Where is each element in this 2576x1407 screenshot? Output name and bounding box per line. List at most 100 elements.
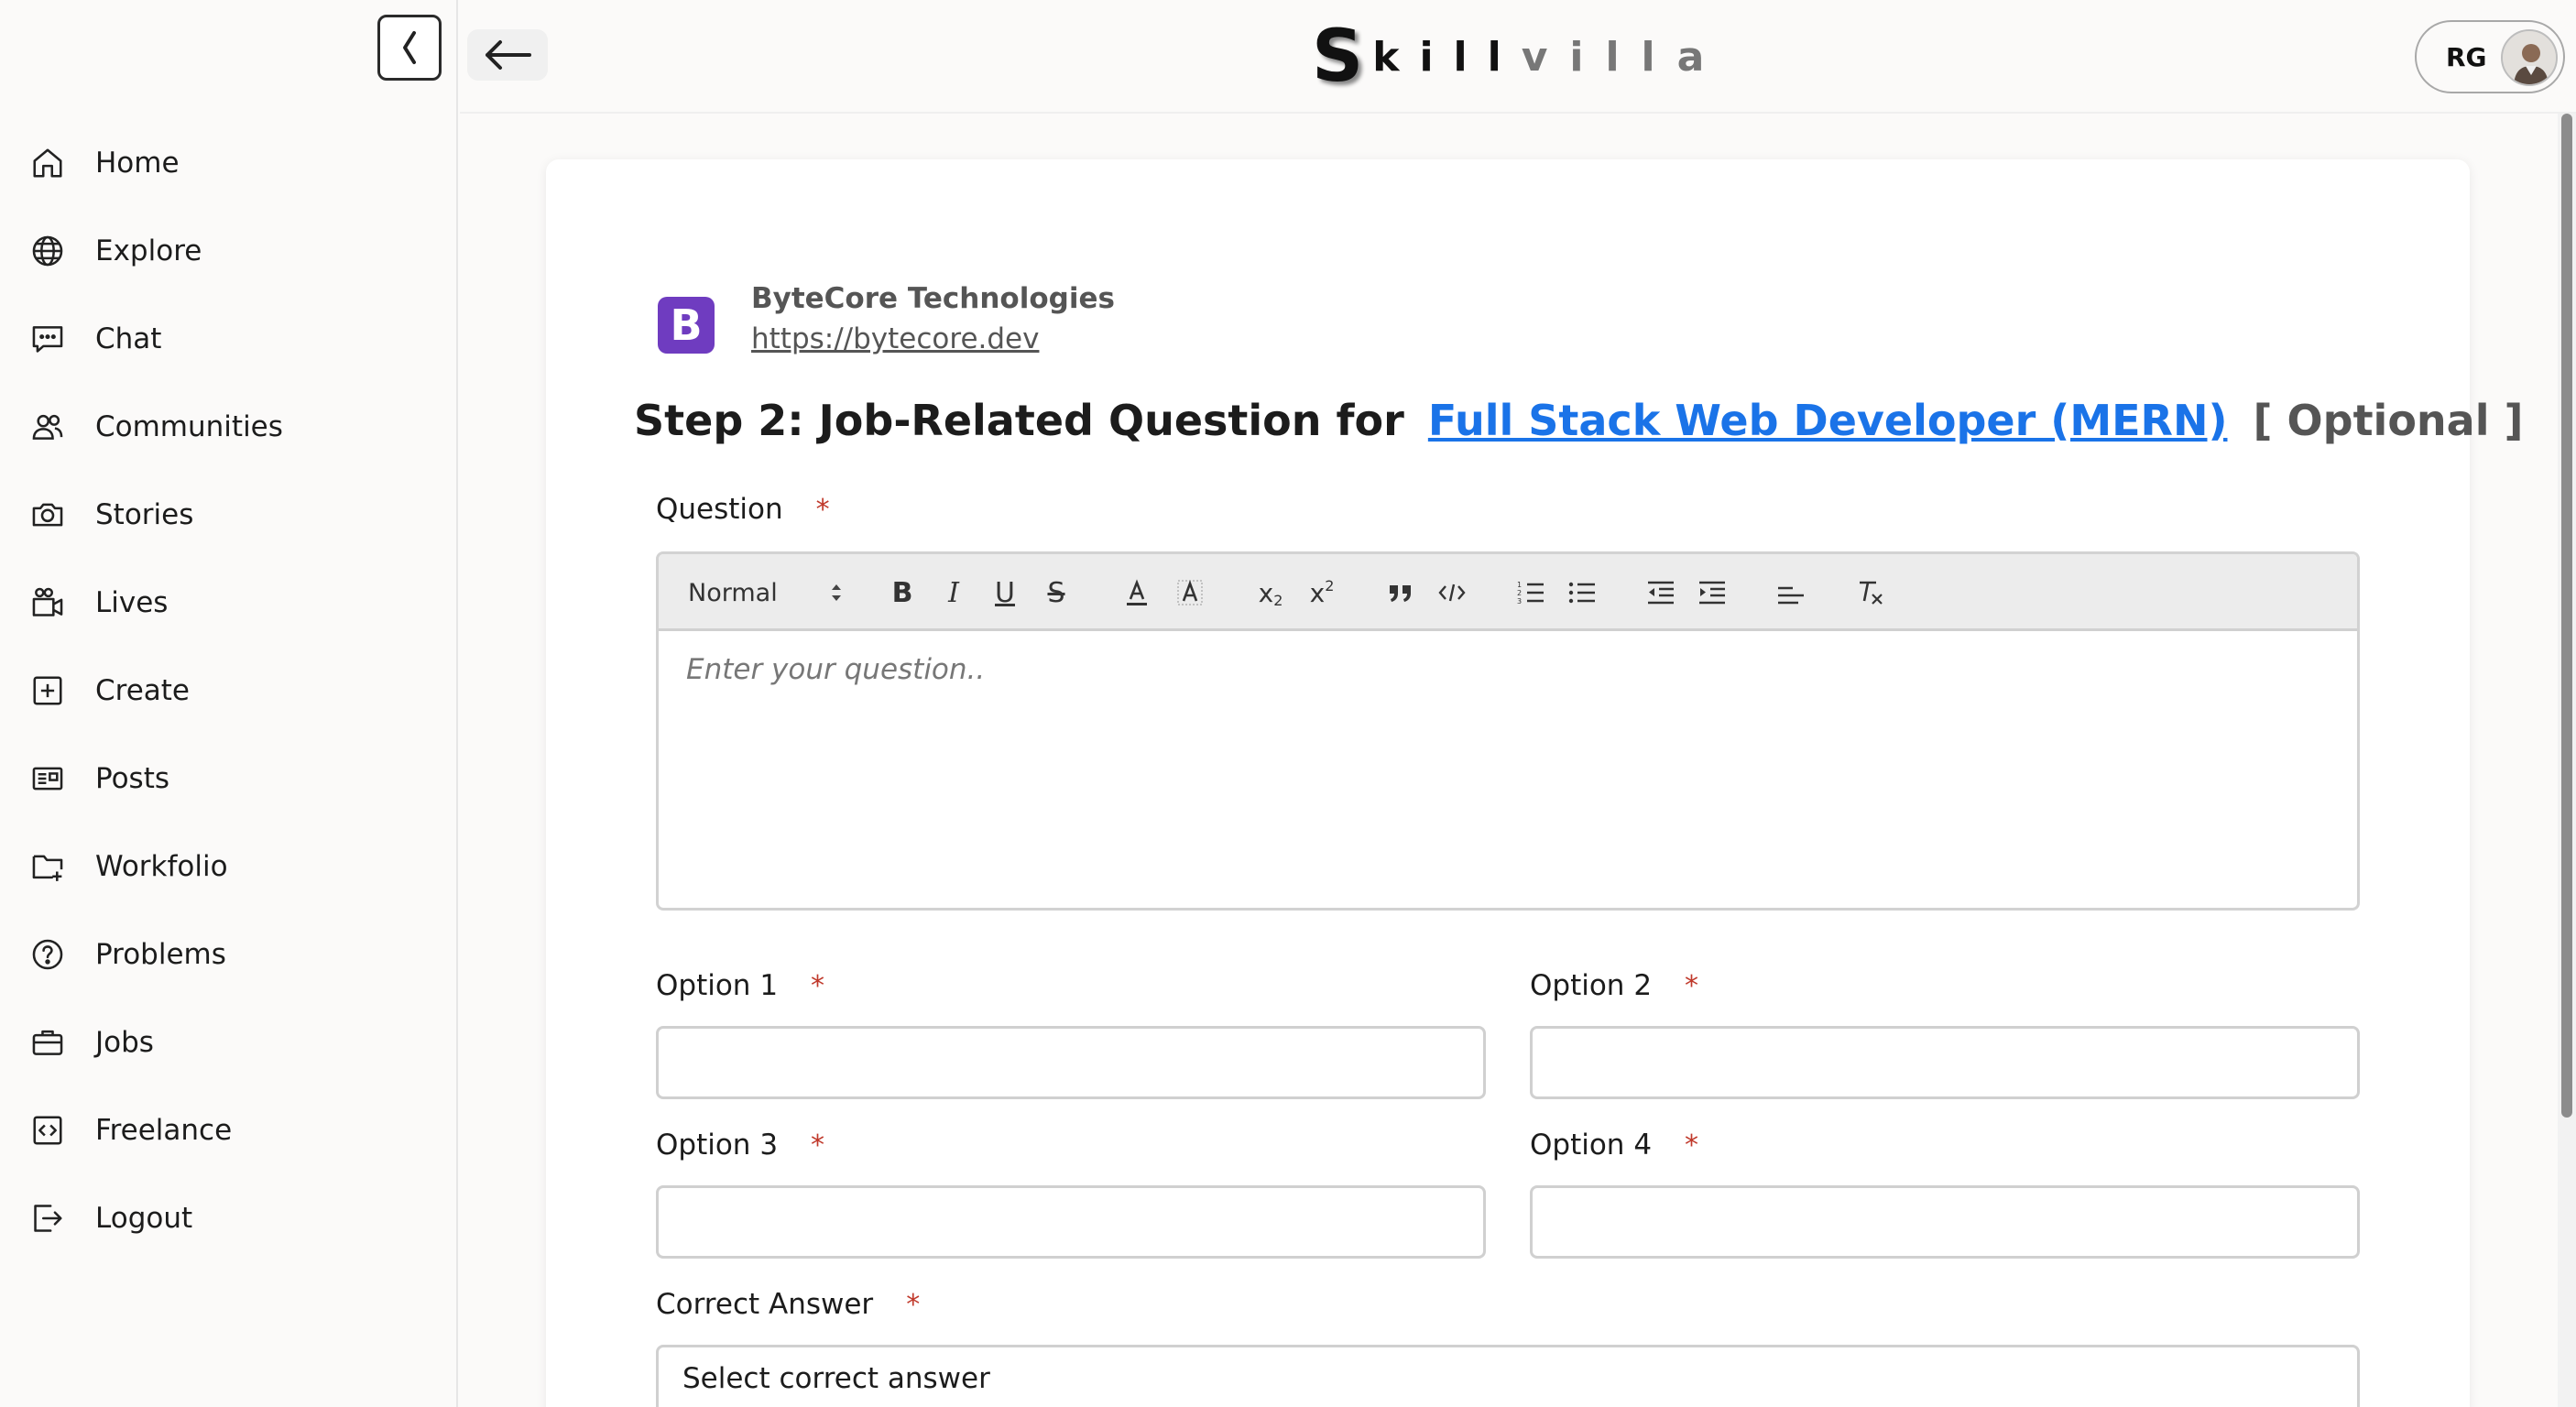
logout-icon <box>29 1200 66 1237</box>
bullet-list-icon[interactable] <box>1564 554 1600 631</box>
chevron-left-icon <box>403 31 416 64</box>
required-asterisk: * <box>811 1129 825 1162</box>
sidebar-item-label: Freelance <box>95 1114 233 1147</box>
sidebar-item-workfolio[interactable]: Workfolio <box>0 823 458 911</box>
sidebar-nav: Home Explore Chat Communities Stories Li… <box>0 119 458 1262</box>
skillvilla-logo[interactable]: S kill villa <box>1312 16 1726 98</box>
sidebar-item-label: Logout <box>95 1202 193 1235</box>
company-text: ByteCore Technologies https://bytecore.d… <box>751 278 1115 359</box>
correct-answer-select-value: Select correct answer <box>682 1362 990 1395</box>
sidebar-item-freelance[interactable]: Freelance <box>0 1086 458 1174</box>
question-form-card: B ByteCore Technologies https://bytecore… <box>546 159 2524 1407</box>
option2-input[interactable] <box>1530 1026 2360 1099</box>
collapse-sidebar-button[interactable] <box>377 15 442 81</box>
sidebar-item-label: Lives <box>95 586 169 619</box>
format-select-value: Normal <box>688 578 778 607</box>
required-asterisk: * <box>1685 970 1699 1002</box>
format-select[interactable]: Normal <box>688 554 844 631</box>
company-name: ByteCore Technologies <box>751 282 1115 315</box>
option3-label-row: Option 3 * <box>656 1129 824 1162</box>
option2-label-row: Option 2 * <box>1530 969 1698 1002</box>
user-photo-icon <box>2503 31 2556 84</box>
sidebar-item-posts[interactable]: Posts <box>0 735 458 823</box>
page-scrollbar[interactable] <box>2558 114 2576 1407</box>
outdent-icon[interactable] <box>1643 554 1679 631</box>
help-circle-icon <box>29 936 66 973</box>
company-url-link[interactable]: https://bytecore.dev <box>751 319 1115 359</box>
page-title: Step 2: Job-Related Question for Full St… <box>634 396 2524 445</box>
video-icon <box>29 584 66 621</box>
background-color-icon[interactable] <box>1172 554 1208 631</box>
sidebar-item-label: Workfolio <box>95 850 228 883</box>
sidebar-item-label: Problems <box>95 938 226 971</box>
sidebar-item-home[interactable]: Home <box>0 119 458 207</box>
italic-icon[interactable]: I <box>935 554 972 631</box>
required-asterisk: * <box>906 1289 921 1321</box>
chat-icon <box>29 321 66 357</box>
sidebar-item-label: Communities <box>95 410 283 443</box>
question-rich-text-editor: Normal B I U S x2 x2 1 2 3 Enter your qu… <box>656 551 2360 911</box>
subscript-icon[interactable]: x2 <box>1252 554 1289 631</box>
step-title-prefix: Step 2: Job-Related Question for <box>634 396 1404 445</box>
option3-label: Option 3 <box>656 1129 779 1162</box>
logo-letter-s: S <box>1312 16 1364 98</box>
text-color-icon[interactable] <box>1119 554 1155 631</box>
blockquote-icon[interactable] <box>1382 554 1419 631</box>
users-icon <box>29 409 66 445</box>
sidebar-item-communities[interactable]: Communities <box>0 383 458 471</box>
logo-text-kill: kill <box>1372 33 1522 81</box>
svg-text:2: 2 <box>1517 589 1522 597</box>
align-left-icon[interactable] <box>1773 554 1809 631</box>
ordered-list-icon[interactable]: 123 <box>1512 554 1549 631</box>
option3-input[interactable] <box>656 1185 1486 1259</box>
updown-caret-icon <box>832 584 841 601</box>
option4-label-row: Option 4 * <box>1530 1129 1698 1162</box>
option1-input[interactable] <box>656 1026 1486 1099</box>
required-asterisk: * <box>1685 1129 1699 1162</box>
code-icon <box>29 1112 66 1149</box>
correct-answer-select[interactable]: Select correct answer <box>656 1345 2360 1407</box>
editor-toolbar: Normal B I U S x2 x2 1 2 3 <box>659 554 2357 631</box>
svg-text:3: 3 <box>1517 597 1522 605</box>
sidebar-item-jobs[interactable]: Jobs <box>0 998 458 1086</box>
clear-formatting-icon[interactable] <box>1851 554 1888 631</box>
folder-plus-icon <box>29 848 66 885</box>
question-editor-input[interactable]: Enter your question.. <box>659 631 2357 708</box>
sidebar-item-logout[interactable]: Logout <box>0 1174 458 1262</box>
option1-label: Option 1 <box>656 969 779 1002</box>
top-bar: S kill villa RG <box>460 0 2576 114</box>
profile-initials: RG <box>2446 41 2487 72</box>
company-logo: B <box>658 297 715 354</box>
optional-tag: [ Optional ] <box>2253 396 2524 445</box>
sidebar: Home Explore Chat Communities Stories Li… <box>0 0 458 1407</box>
bold-icon[interactable]: B <box>884 554 921 631</box>
arrow-left-icon <box>486 40 531 70</box>
option2-label: Option 2 <box>1530 969 1653 1002</box>
code-block-icon[interactable] <box>1434 554 1470 631</box>
option4-input[interactable] <box>1530 1185 2360 1259</box>
back-button[interactable] <box>467 29 548 81</box>
scrollbar-thumb[interactable] <box>2561 114 2572 1118</box>
job-title-link[interactable]: Full Stack Web Developer (MERN) <box>1428 396 2228 445</box>
briefcase-icon <box>29 1024 66 1061</box>
profile-menu-button[interactable]: RG <box>2415 20 2565 93</box>
option1-label-row: Option 1 * <box>656 969 824 1002</box>
sidebar-item-explore[interactable]: Explore <box>0 207 458 295</box>
avatar <box>2501 29 2558 86</box>
superscript-icon[interactable]: x2 <box>1304 554 1340 631</box>
sidebar-item-label: Stories <box>95 498 194 531</box>
sidebar-item-lives[interactable]: Lives <box>0 559 458 647</box>
sidebar-item-chat[interactable]: Chat <box>0 295 458 383</box>
svg-text:1: 1 <box>1517 581 1522 589</box>
plus-square-icon <box>29 672 66 709</box>
strikethrough-icon[interactable]: S <box>1038 554 1075 631</box>
underline-icon[interactable]: U <box>987 554 1023 631</box>
indent-icon[interactable] <box>1694 554 1730 631</box>
sidebar-item-stories[interactable]: Stories <box>0 471 458 559</box>
sidebar-item-create[interactable]: Create <box>0 647 458 735</box>
sidebar-item-label: Posts <box>95 762 170 795</box>
sidebar-item-label: Create <box>95 674 191 707</box>
sidebar-item-problems[interactable]: Problems <box>0 911 458 998</box>
option4-label: Option 4 <box>1530 1129 1653 1162</box>
newspaper-icon <box>29 760 66 797</box>
